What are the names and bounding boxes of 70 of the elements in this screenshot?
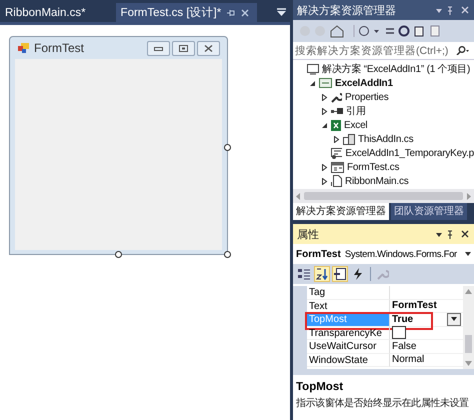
minimize-icon bbox=[154, 46, 163, 50]
resize-handle[interactable] bbox=[224, 144, 231, 151]
tree-item[interactable]: ExcelAddIn1 bbox=[335, 78, 393, 88]
tree-item[interactable]: Properties bbox=[345, 92, 389, 102]
tree-item[interactable]: ExcelAddIn1_TemporaryKey.p bbox=[345, 148, 474, 158]
panel-title: 解决方案资源管理器 bbox=[297, 4, 396, 18]
collapsed-arrow-icon[interactable] bbox=[321, 178, 328, 184]
expanded-arrow-icon[interactable] bbox=[309, 80, 316, 86]
resize-handle[interactable] bbox=[115, 251, 122, 258]
property-value[interactable]: FormTest bbox=[392, 300, 437, 312]
close-icon bbox=[204, 44, 213, 52]
wrench-icon bbox=[331, 92, 342, 102]
collapsed-arrow-icon[interactable] bbox=[321, 108, 328, 114]
property-name[interactable]: TransparencyKe bbox=[307, 326, 390, 340]
scrollbar-thumb[interactable] bbox=[465, 335, 472, 353]
panel-tab[interactable]: 团队资源管理器 bbox=[391, 203, 467, 220]
form-file-icon bbox=[331, 162, 344, 172]
collapsed-arrow-icon[interactable] bbox=[333, 136, 340, 142]
collapsed-arrow-icon[interactable] bbox=[321, 164, 328, 170]
tree-item[interactable]: 引用 bbox=[346, 104, 366, 118]
pin-icon[interactable] bbox=[227, 8, 236, 16]
close-button[interactable] bbox=[197, 40, 220, 56]
tree-item[interactable]: Excel bbox=[344, 120, 368, 130]
form-window[interactable]: FormTest bbox=[9, 36, 228, 255]
minimize-button[interactable] bbox=[147, 40, 170, 56]
property-value[interactable]: Normal bbox=[392, 354, 424, 366]
maximize-button[interactable] bbox=[172, 40, 195, 56]
csharp-project-icon bbox=[319, 78, 332, 88]
sort-button[interactable] bbox=[314, 266, 330, 282]
form-icon bbox=[18, 43, 29, 53]
property-name[interactable]: WindowState bbox=[307, 354, 390, 367]
description-text: 指示该窗体是否始终显示在此属性未设置 bbox=[296, 396, 470, 410]
resize-handle[interactable] bbox=[224, 251, 231, 258]
property-value[interactable]: True bbox=[392, 314, 414, 325]
references-icon bbox=[331, 107, 343, 115]
object-selector[interactable]: FormTest System.Windows.Forms.For bbox=[293, 244, 474, 264]
collapsed-arrow-icon[interactable] bbox=[321, 94, 328, 100]
document-tab[interactable]: FormTest.cs [设计]* bbox=[116, 3, 258, 22]
properties-button[interactable] bbox=[332, 266, 348, 282]
dropdown-arrow-icon bbox=[451, 317, 457, 322]
dropdown-arrow-icon[interactable] bbox=[465, 252, 471, 256]
property-value[interactable]: False bbox=[392, 340, 416, 352]
categorized-button[interactable] bbox=[296, 266, 312, 282]
search-icon bbox=[456, 46, 470, 55]
maximize-icon bbox=[179, 44, 188, 52]
dropdown-button[interactable] bbox=[447, 312, 461, 326]
property-name[interactable]: Text bbox=[307, 300, 390, 313]
document-tab[interactable]: RibbonMain.cs* bbox=[0, 3, 94, 22]
vertical-scrollbar[interactable] bbox=[463, 286, 474, 369]
tree-item[interactable]: FormTest.cs bbox=[347, 162, 400, 172]
panel-controls-icon[interactable] bbox=[436, 230, 470, 238]
tree-item[interactable]: 解决方案 “ExcelAddIn1” (1 个项目) bbox=[322, 62, 470, 76]
panel-title: 属性 bbox=[297, 228, 319, 242]
form-title: FormTest bbox=[34, 41, 84, 55]
close-icon[interactable] bbox=[241, 8, 250, 16]
property-name[interactable]: Tag bbox=[307, 286, 390, 300]
search-field[interactable]: 搜索解决方案资源管理器(Ctrl+;) bbox=[293, 42, 474, 60]
tree-item[interactable]: RibbonMain.cs bbox=[345, 176, 409, 186]
expanded-arrow-icon[interactable] bbox=[321, 122, 328, 128]
panel-controls-icon[interactable] bbox=[436, 6, 470, 14]
excel-icon bbox=[331, 120, 341, 130]
tree-item[interactable]: ThisAddIn.cs bbox=[358, 134, 414, 144]
document-icon bbox=[343, 134, 355, 144]
property-name[interactable]: UseWaitCursor bbox=[307, 340, 390, 354]
solution-icon bbox=[307, 64, 319, 74]
certificate-icon bbox=[331, 148, 342, 158]
panel-tab[interactable]: 解决方案资源管理器 bbox=[293, 203, 389, 220]
dropdown-icon[interactable] bbox=[277, 8, 286, 16]
description-title: TopMost bbox=[296, 381, 344, 393]
color-swatch[interactable] bbox=[392, 326, 406, 340]
